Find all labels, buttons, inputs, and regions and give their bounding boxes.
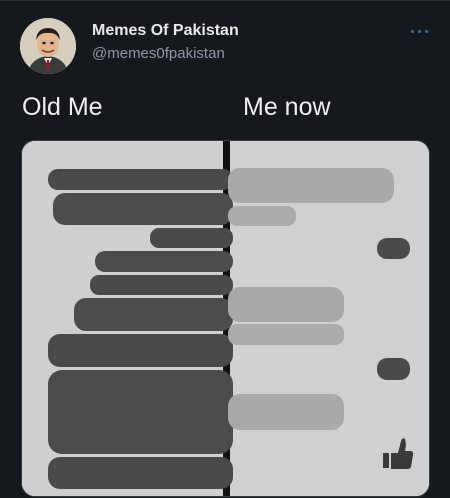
new-message-bubble [228,206,296,226]
new-message-bubble [228,324,344,345]
more-horizontal-icon [410,29,414,33]
avatar-image [20,18,76,74]
me-now-caption: Me now [243,93,331,121]
old-message-bubble [48,370,233,454]
new-message-bubble [228,287,344,322]
more-horizontal-icon [417,29,421,33]
more-options-button[interactable] [406,22,432,40]
old-message-bubble [74,298,233,331]
chat-comparison-image [22,141,429,496]
author-handle[interactable]: @memes0fpakistan [92,45,225,62]
author-avatar[interactable] [20,18,76,74]
author-name[interactable]: Memes Of Pakistan [92,22,239,40]
new-message-bubble [228,168,394,203]
old-me-caption: Old Me [22,93,103,121]
top-divider [0,0,450,1]
reply-bubble [377,238,410,259]
reply-bubble [377,358,410,380]
old-message-bubble [48,457,233,489]
old-message-bubble [53,193,233,225]
new-message-bubble [228,394,344,430]
meme-image[interactable] [21,140,430,497]
old-message-bubble [95,251,233,272]
more-horizontal-icon [424,29,428,33]
old-message-bubble [48,334,233,367]
old-message-bubble [90,275,233,295]
old-message-bubble [150,228,233,248]
old-message-bubble [48,169,233,190]
